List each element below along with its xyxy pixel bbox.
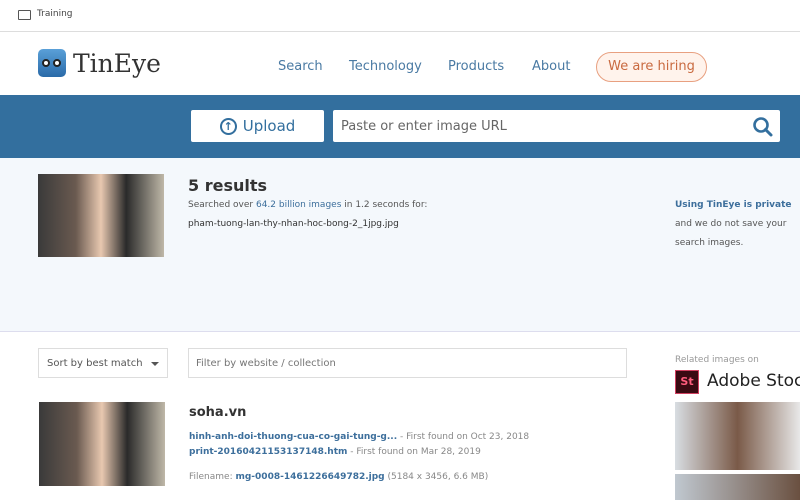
- upload-button[interactable]: ↑ Upload: [191, 110, 324, 142]
- sort-select[interactable]: Sort by best match: [38, 348, 168, 378]
- query-filename: pham-tuong-lan-thy-nhan-hoc-bong-2_1jpg.…: [188, 219, 399, 229]
- nav-search[interactable]: Search: [278, 59, 323, 74]
- search-icon[interactable]: [752, 116, 774, 138]
- related-label: Related images on: [675, 355, 759, 365]
- result-link[interactable]: hinh-anh-doi-thuong-cua-co-gai-tung-g...: [189, 432, 397, 442]
- upload-icon: ↑: [219, 117, 237, 135]
- filter-input[interactable]: [188, 348, 627, 378]
- nav-products[interactable]: Products: [448, 59, 504, 74]
- related-image[interactable]: [675, 474, 800, 500]
- result-thumbnail[interactable]: [39, 402, 165, 486]
- adobe-stock-logo-icon[interactable]: St: [675, 370, 699, 394]
- hiring-button[interactable]: We are hiring: [596, 52, 707, 82]
- search-stats: Searched over 64.2 billion images in 1.2…: [188, 200, 428, 210]
- result-link[interactable]: print-20160421153137148.htm: [189, 447, 347, 457]
- result-match: hinh-anh-doi-thuong-cua-co-gai-tung-g...…: [189, 432, 530, 442]
- nav-about[interactable]: About: [532, 59, 570, 74]
- filename-link[interactable]: mg-0008-1461226649782.jpg: [235, 472, 384, 482]
- folder-icon: [18, 10, 31, 20]
- query-image-thumbnail[interactable]: [38, 174, 164, 257]
- result-site: soha.vn: [189, 405, 247, 420]
- brand-name[interactable]: TinEye: [73, 49, 161, 78]
- result-filename: Filename: mg-0008-1461226649782.jpg (518…: [189, 472, 489, 482]
- privacy-link[interactable]: Using TinEye is private: [675, 200, 792, 210]
- privacy-text: and we do not save your: [675, 219, 787, 229]
- bookmark-training[interactable]: Training: [37, 9, 73, 19]
- results-count: 5 results: [188, 176, 268, 195]
- upload-label: Upload: [242, 117, 296, 135]
- tineye-logo-icon[interactable]: [38, 49, 66, 77]
- nav-technology[interactable]: Technology: [349, 59, 422, 74]
- browser-bookmarks-bar: Training: [0, 0, 800, 32]
- result-match: print-20160421153137148.htm - First foun…: [189, 447, 481, 457]
- adobe-stock-title[interactable]: Adobe Stock: [707, 371, 800, 391]
- image-url-input[interactable]: [333, 110, 780, 142]
- privacy-text: search images.: [675, 238, 744, 248]
- chevron-down-icon: [151, 362, 159, 366]
- related-image[interactable]: [675, 402, 800, 470]
- billion-images-link[interactable]: 64.2 billion images: [256, 200, 341, 210]
